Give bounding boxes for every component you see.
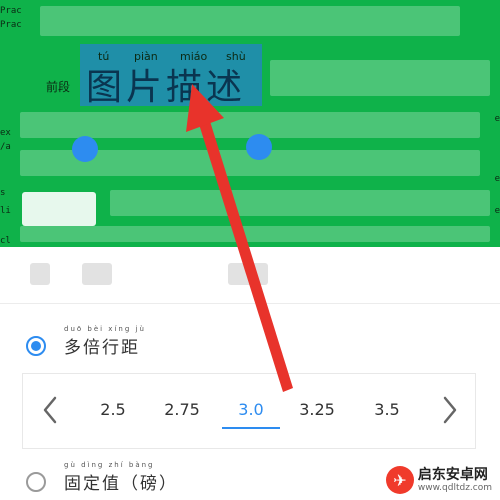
fixed-spacing-option[interactable]: gù dìng zhí bàng 固定值（磅） <box>26 461 178 494</box>
edge-text-left: Prac <box>0 20 22 30</box>
blurred-toolbar-item[interactable] <box>82 263 112 285</box>
edge-text-left: ex <box>0 128 11 138</box>
selected-underline <box>222 427 280 429</box>
multiple-spacing-option[interactable]: duō bèi xíng jù 多倍行距 <box>26 325 144 358</box>
selection-handle-start[interactable] <box>72 136 98 162</box>
selected-text[interactable]: tú piàn miáo shù 图片描述 <box>80 44 262 108</box>
multiple-spacing-label: 多倍行距 <box>64 338 140 358</box>
edge-text-right: e <box>494 174 500 184</box>
spacing-option-selected[interactable]: 3.0 <box>223 400 279 419</box>
chevron-right-icon[interactable] <box>435 392 465 428</box>
edge-text-right: e <box>494 114 500 124</box>
edge-text-left: /a <box>0 142 11 152</box>
edge-text-left: Prac <box>0 6 22 16</box>
spacing-option[interactable]: 2.75 <box>154 400 210 419</box>
watermark-url: www.qdltdz.com <box>417 482 492 493</box>
selection-handle-end[interactable] <box>246 134 272 160</box>
blurred-text <box>40 6 460 36</box>
fixed-spacing-radio[interactable] <box>26 471 46 492</box>
edge-text-left: s <box>0 188 6 198</box>
edge-text-left: cl <box>0 236 11 246</box>
rocket-logo-icon: ✈ <box>385 466 414 494</box>
fixed-spacing-pinyin: gù dìng zhí bàng <box>64 461 155 469</box>
chevron-left-icon[interactable] <box>35 392 65 428</box>
edge-text-left: li <box>0 206 11 216</box>
blurred-text <box>20 226 490 242</box>
multiple-spacing-radio[interactable] <box>26 335 46 356</box>
spacing-value-picker[interactable]: 2.5 2.75 3.0 3.25 3.5 <box>22 373 476 449</box>
blurred-text <box>20 112 480 138</box>
watermark-name: 启东安卓网 <box>417 466 488 483</box>
watermark: ✈ 启东安卓网 www.qdltdz.com <box>381 464 496 496</box>
line-spacing-panel: duō bèi xíng jù 多倍行距 2.5 2.75 3.0 3.25 3… <box>0 247 500 500</box>
blurred-text <box>110 190 490 216</box>
selected-text-content: 图片描述 <box>86 67 247 108</box>
panel-toolbar <box>0 247 500 304</box>
prefix-text: 前段 <box>46 80 71 94</box>
blurred-toolbar-item[interactable] <box>30 263 50 285</box>
edge-text-right: e <box>494 206 500 216</box>
multiple-spacing-pinyin: duō bèi xíng jù <box>64 325 146 333</box>
blurred-element <box>22 192 96 226</box>
spacing-option[interactable]: 2.5 <box>85 400 141 419</box>
spacing-option[interactable]: 3.5 <box>359 400 415 419</box>
spacing-option[interactable]: 3.25 <box>289 400 345 419</box>
blurred-text <box>270 60 490 96</box>
fixed-spacing-label: 固定值（磅） <box>64 474 178 494</box>
document-canvas[interactable]: Prac Prac ex /a s li cl e e e 前段 tú piàn… <box>0 0 500 247</box>
blurred-toolbar-item[interactable] <box>228 263 268 285</box>
